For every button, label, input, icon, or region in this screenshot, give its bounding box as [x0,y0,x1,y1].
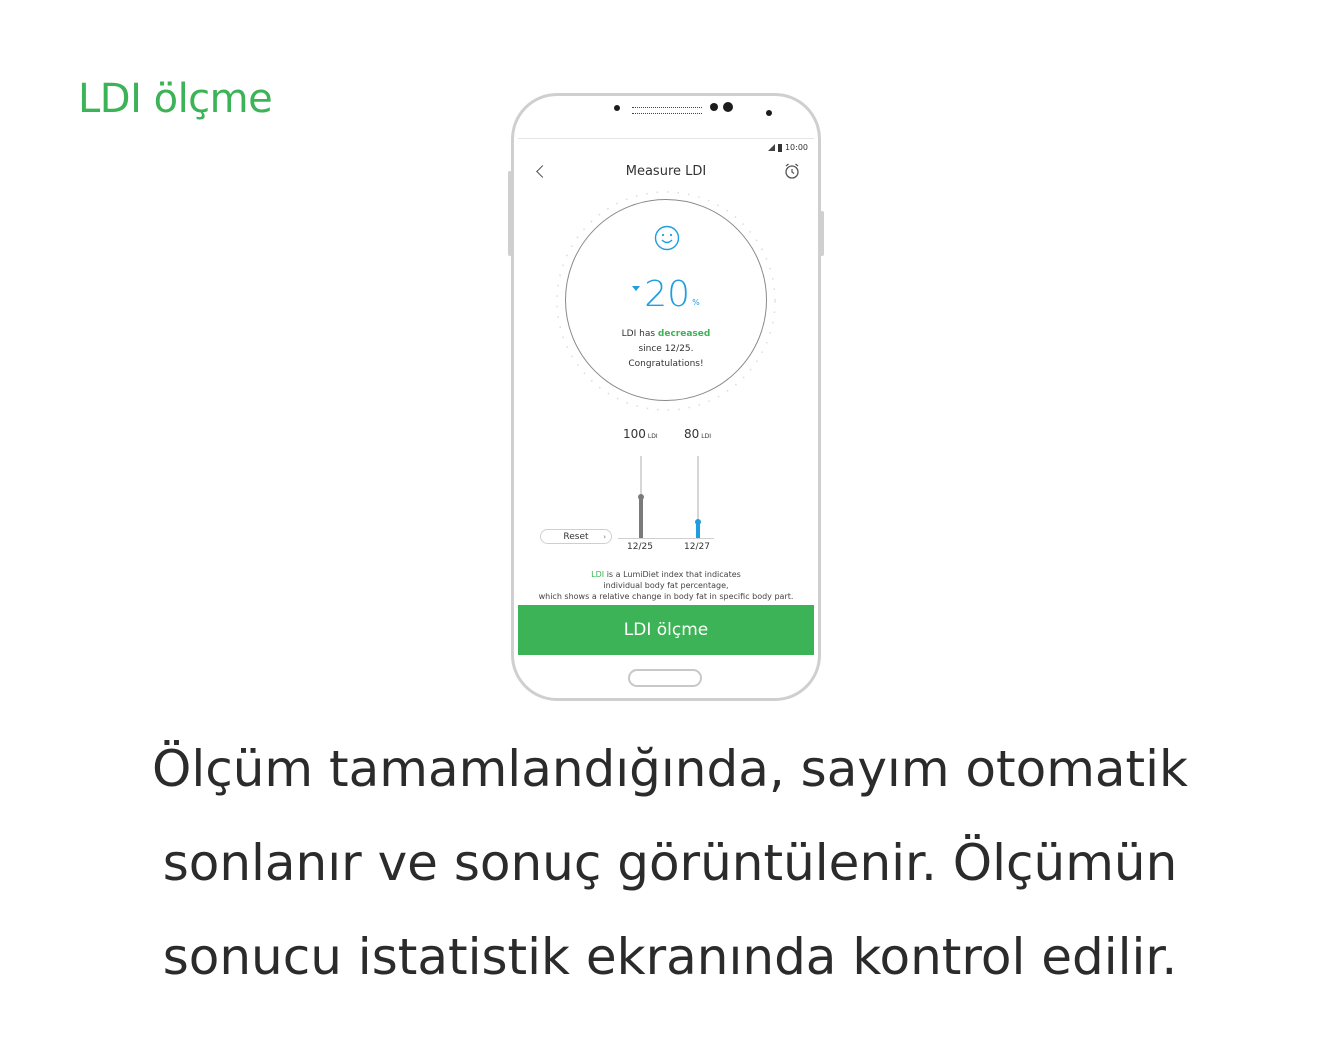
bar-label-previous: 100 LDI [623,427,658,441]
app-header: Measure LDI [518,159,814,185]
down-arrow-icon [632,286,641,291]
phone-camera-dot [710,103,718,111]
bar-dot-previous [638,494,644,500]
change-unit: % [692,298,700,307]
status-time: 10:00 [784,143,808,152]
signal-icon [767,144,775,151]
bar-label-current: 80 LDI [684,427,712,441]
phone-home-button[interactable] [628,669,702,687]
bar-current [695,456,701,538]
date-label-current: 12/27 [684,542,710,552]
reset-label: Reset [563,531,589,542]
phone-camera-lens [723,102,733,112]
phone-power-button [820,211,824,256]
battery-icon [777,143,782,152]
decreased-highlight: decreased [657,329,711,339]
result-message-line1: LDI has decreased [621,329,711,339]
phone-sensor-dot-right [766,110,772,116]
change-value: 20 [644,274,691,315]
reset-button[interactable]: Reset › [540,529,612,544]
measure-ldi-button[interactable]: LDI ölçme [518,605,814,655]
bar-fill-previous [639,497,643,538]
bar-dot-current [695,519,701,525]
chart-axis [618,538,714,539]
chevron-right-icon: › [603,533,606,541]
bar-previous [638,456,644,538]
phone-mockup: 10:00 Measure LDI 20 % LDI has decreased… [508,93,824,701]
smiley-icon [654,225,680,251]
result-message-line3: Congratulations! [628,359,704,369]
phone-sensor-dot [614,105,620,111]
caption: Ölçüm tamamlandığında, sayım otomatik so… [151,740,1188,986]
app-screen: 10:00 Measure LDI 20 % LDI has decreased… [518,138,814,661]
section-title: LDI ölçme [78,76,273,122]
phone-volume-button [508,171,512,256]
result-message-line2: since 12/25. [638,344,694,354]
ldi-info-text: LDI is a LumiDiet index that indicates i… [538,570,794,601]
status-bar: 10:00 [767,143,808,152]
phone-speaker [632,107,702,114]
page-title: Measure LDI [625,164,707,179]
date-label-previous: 12/25 [627,542,653,552]
alarm-clock-icon[interactable] [782,161,802,181]
ldi-change: 20 % [518,277,814,313]
